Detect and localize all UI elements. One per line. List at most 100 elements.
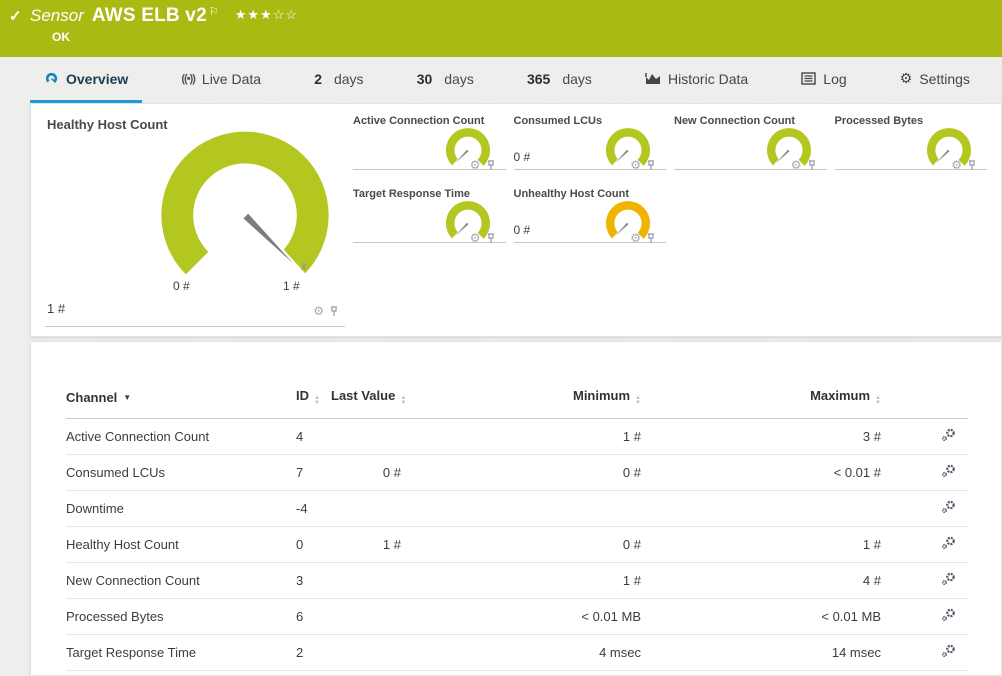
gauge-scale-min: 0 #: [173, 279, 190, 293]
table-row: Active Connection Count 4 1 # 3 #: [66, 418, 968, 455]
col-header-channel[interactable]: Channel ▼: [66, 378, 296, 419]
channel-name[interactable]: Active Connection Count: [66, 418, 296, 455]
tab-number: 30: [416, 70, 433, 87]
channel-minimum: 0 #: [401, 454, 641, 491]
status-check-icon: ✓: [9, 8, 22, 25]
channel-maximum: 3 #: [641, 418, 881, 455]
tab-label: days: [444, 70, 474, 87]
object-type-label: Sensor: [30, 6, 84, 25]
gauge-value: 1 #: [47, 301, 66, 316]
channel-maximum: 4 #: [641, 562, 881, 599]
pin-icon[interactable]: [967, 159, 977, 171]
channel-minimum: < 0.01 MB: [401, 598, 641, 635]
priority-stars[interactable]: ★★★☆☆: [235, 7, 298, 22]
channel-last-value: [331, 598, 401, 635]
tab-label: Log: [823, 70, 847, 87]
channel-maximum: 1 #: [641, 526, 881, 563]
channel-settings-icon[interactable]: [941, 500, 956, 517]
channel-name[interactable]: Healthy Host Count: [66, 526, 296, 563]
channel-maximum: [641, 490, 881, 527]
channel-settings-icon[interactable]: [941, 536, 956, 553]
area-chart-icon: [645, 72, 661, 85]
sort-icon[interactable]: ▲ ▼: [875, 395, 881, 406]
channel-maximum: 14 msec: [641, 634, 881, 671]
tab-label: Overview: [66, 70, 129, 87]
log-icon: [801, 72, 816, 85]
gear-icon[interactable]: ⚙: [313, 305, 324, 317]
col-header-id[interactable]: ID ▲ ▼: [296, 378, 331, 419]
flag-icon[interactable]: ⚐: [209, 6, 219, 18]
sort-icon[interactable]: ▲ ▼: [314, 395, 320, 406]
channels-table: Channel ▼ ID ▲ ▼ Last Value ▲ ▼ Minimum ▲ ▼ Max…: [66, 378, 968, 675]
col-header-maximum[interactable]: Maximum ▲ ▼: [641, 378, 881, 419]
channel-minimum: [401, 490, 641, 527]
tab-live-data[interactable]: ((•)) Live Data: [167, 57, 275, 103]
channel-settings-icon[interactable]: [941, 644, 956, 661]
channel-settings-icon[interactable]: [941, 464, 956, 481]
tab-label: Historic Data: [668, 70, 749, 87]
channel-settings-icon[interactable]: [941, 428, 956, 445]
tab-bar: Overview ((•)) Live Data 2 days 30 days …: [0, 57, 1002, 103]
tab-2-days[interactable]: 2 days: [300, 57, 377, 103]
channel-id: 7: [296, 454, 331, 491]
tab-365-days[interactable]: 365 days: [513, 57, 606, 103]
gear-icon[interactable]: ⚙: [470, 159, 481, 171]
gauge-tile-target-response-time: Target Response Time ⚙: [353, 186, 506, 244]
sensor-header: ✓ Sensor AWS ELB v2 ⚐ ★★★☆☆ OK: [0, 0, 1002, 57]
pin-icon[interactable]: [646, 159, 656, 171]
tab-historic-data[interactable]: Historic Data: [631, 57, 762, 103]
channel-id: 0: [296, 526, 331, 563]
tab-log[interactable]: Log: [787, 57, 860, 103]
channel-last-value: 1 #: [331, 526, 401, 563]
sort-icon[interactable]: ▲ ▼: [400, 395, 406, 406]
channel-settings-icon[interactable]: [941, 608, 956, 625]
tab-label: Settings: [919, 70, 970, 87]
channel-id: 3: [296, 562, 331, 599]
channel-minimum: 4 msec: [401, 634, 641, 671]
pin-icon[interactable]: [646, 232, 656, 244]
table-header-row: Channel ▼ ID ▲ ▼ Last Value ▲ ▼ Minimum ▲ ▼ Max…: [66, 378, 968, 419]
channel-minimum: 1 #: [401, 418, 641, 455]
table-row: Downtime -4: [66, 490, 968, 527]
col-header-last-value[interactable]: Last Value ▲ ▼: [331, 378, 406, 419]
channel-name[interactable]: Downtime: [66, 490, 296, 527]
gauge-scale-max: 1 #: [283, 279, 300, 293]
channel-name[interactable]: Target Response Time: [66, 634, 296, 671]
gauges-panel: Healthy Host Count 0 # 1 # x̄ 1 # ⚙ Acti…: [30, 103, 1002, 337]
gear-icon[interactable]: ⚙: [630, 159, 641, 171]
channel-name[interactable]: Unhealthy Host Count: [66, 670, 296, 675]
sort-desc-icon[interactable]: ▼: [123, 393, 131, 402]
sort-icon[interactable]: ▲ ▼: [635, 395, 641, 406]
channel-last-value: 0 #: [331, 454, 401, 491]
channel-last-value: [331, 490, 401, 527]
channel-maximum: < 0.01 MB: [641, 598, 881, 635]
pin-icon[interactable]: [486, 159, 496, 171]
tab-settings[interactable]: ⚙ Settings: [886, 57, 984, 103]
table-row: Target Response Time 2 4 msec 14 msec: [66, 634, 968, 671]
channel-name[interactable]: New Connection Count: [66, 562, 296, 599]
channel-last-value: [331, 562, 401, 599]
main-gauge: [161, 131, 329, 281]
tab-label: days: [562, 70, 592, 87]
gear-icon[interactable]: ⚙: [951, 159, 962, 171]
gear-icon[interactable]: ⚙: [630, 232, 641, 244]
tab-overview[interactable]: Overview: [30, 57, 143, 103]
stars-filled: ★★★: [234, 7, 273, 22]
gauge-mean-marker: x̄: [301, 261, 307, 273]
pin-icon[interactable]: [329, 305, 339, 317]
channel-name[interactable]: Processed Bytes: [66, 598, 296, 635]
channel-id: 6: [296, 598, 331, 635]
channel-name[interactable]: Consumed LCUs: [66, 454, 296, 491]
pin-icon[interactable]: [486, 232, 496, 244]
pin-icon[interactable]: [807, 159, 817, 171]
tab-number: 2: [314, 70, 322, 87]
gear-icon[interactable]: ⚙: [791, 159, 802, 171]
col-header-minimum[interactable]: Minimum ▲ ▼: [401, 378, 641, 419]
stars-empty: ☆☆: [272, 7, 299, 22]
gear-icon[interactable]: ⚙: [470, 232, 481, 244]
tab-30-days[interactable]: 30 days: [403, 57, 488, 103]
table-row: Unhealthy Host Count 1 0 # 0 # 1 #: [66, 670, 968, 675]
channel-minimum: 0 #: [401, 526, 641, 563]
channel-settings-icon[interactable]: [941, 572, 956, 589]
channel-last-value: [331, 634, 401, 671]
